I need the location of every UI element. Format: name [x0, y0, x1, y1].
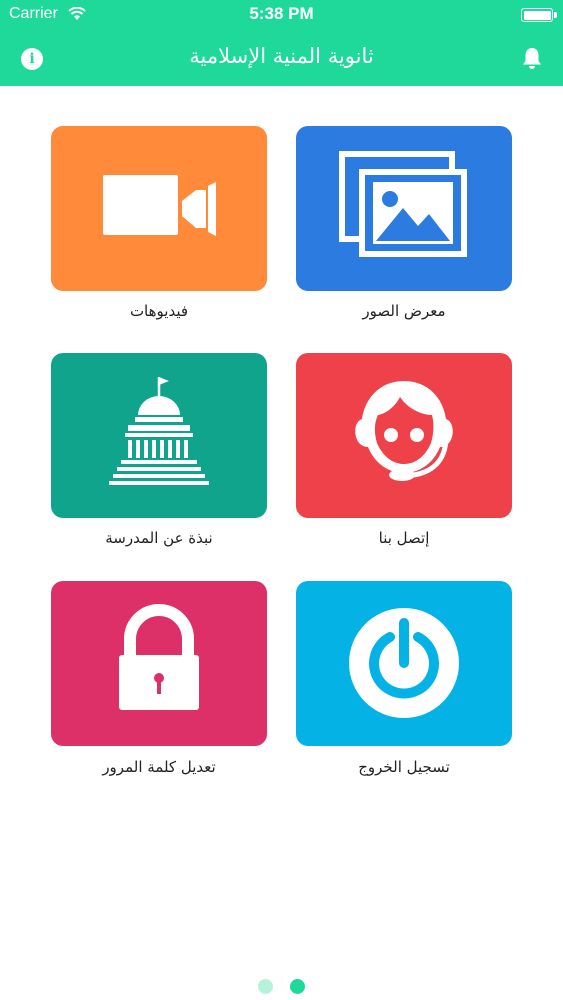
page-indicator: [0, 979, 563, 995]
videos-tile[interactable]: [51, 126, 267, 291]
support-headset-icon: [355, 381, 453, 481]
page-dot-2[interactable]: [290, 979, 306, 994]
page-title: ثانوية المنية الإسلامية: [189, 44, 374, 68]
logout-label[interactable]: تسجيل الخروج: [296, 758, 512, 776]
bell-icon[interactable]: [521, 46, 543, 70]
video-camera-icon: [103, 175, 216, 236]
padlock-icon: [119, 604, 199, 710]
about-school-tile[interactable]: [51, 353, 267, 518]
image-gallery-icon: [339, 151, 467, 257]
nav-bar: i ثانوية المنية الإسلامية: [0, 30, 563, 86]
contact-us-tile[interactable]: [296, 353, 512, 518]
status-time: 5:38 PM: [249, 4, 314, 23]
power-icon: [349, 608, 459, 718]
status-bar: Carrier 5:38 PM: [0, 0, 563, 30]
logout-tile[interactable]: [296, 581, 512, 746]
change-password-label[interactable]: تعديل كلمة المرور: [51, 758, 267, 776]
gallery-label[interactable]: معرض الصور: [296, 302, 512, 320]
contact-us-label[interactable]: إتصل بنا: [296, 529, 512, 547]
page-dot-1[interactable]: [257, 979, 273, 994]
gallery-tile[interactable]: [296, 126, 512, 291]
change-password-tile[interactable]: [51, 581, 267, 746]
videos-label[interactable]: فيديوهات: [51, 302, 267, 320]
about-school-label[interactable]: نبذة عن المدرسة: [51, 529, 267, 547]
capitol-building-icon: [109, 377, 209, 485]
battery-icon: [521, 8, 553, 22]
app-header: Carrier 5:38 PM i ثانوية المنية الإسلامي…: [0, 0, 563, 86]
